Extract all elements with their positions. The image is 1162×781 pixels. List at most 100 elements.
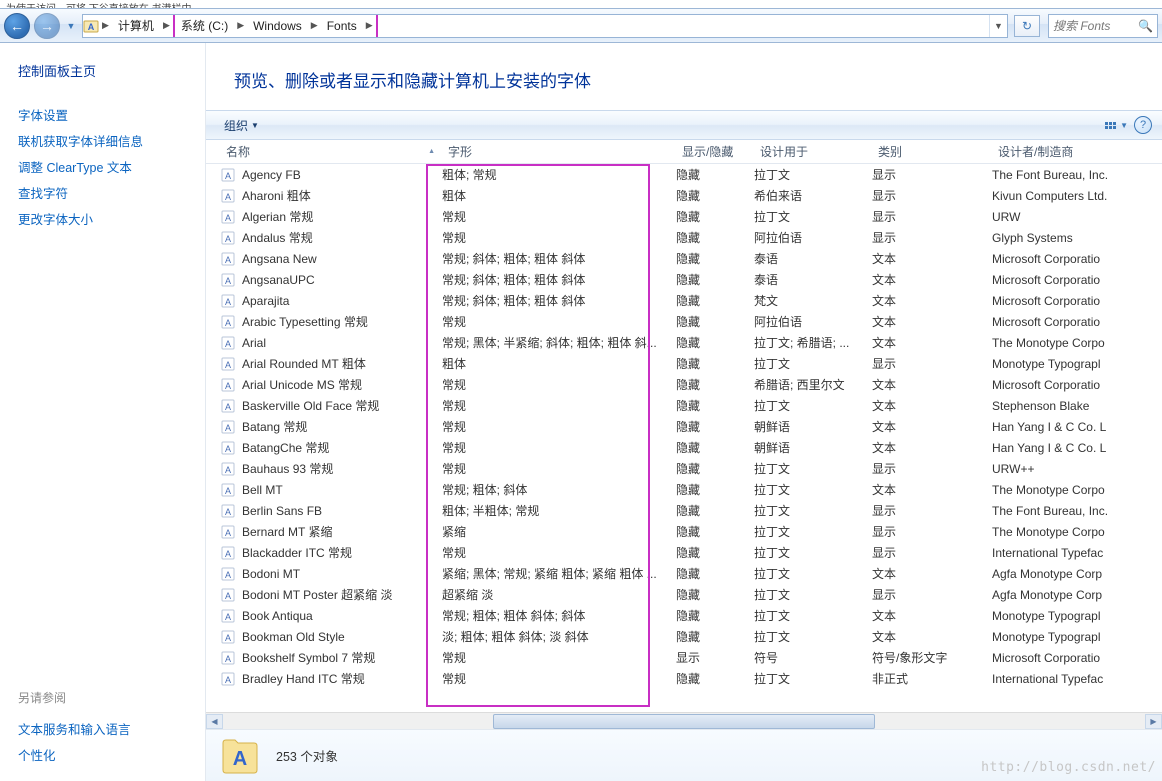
font-file-icon: A [220,441,236,455]
column-headers: 名称▲ 字形 显示/隐藏 设计用于 类别 设计者/制造商 [206,140,1162,164]
font-list-area: 名称▲ 字形 显示/隐藏 设计用于 类别 设计者/制造商 AAgency FB粗… [206,140,1162,729]
breadcrumb-drive-c[interactable]: 系统 (C:) [175,15,234,37]
history-dropdown-icon[interactable]: ▼ [64,16,78,36]
cell-showhide: 隐藏 [676,607,754,624]
cell-name: Berlin Sans FB [242,504,442,518]
font-row[interactable]: AAngsanaUPC常规; 斜体; 粗体; 粗体 斜体隐藏泰语文本Micros… [220,269,1162,290]
fonts-folder-large-icon: A [220,736,260,776]
font-file-icon: A [220,588,236,602]
sidebar-link[interactable]: 调整 ClearType 文本 [18,157,195,176]
breadcrumb-arrow-icon[interactable]: ▶ [160,20,173,31]
font-row[interactable]: ABauhaus 93 常规常规隐藏拉丁文显示URW++ [220,458,1162,479]
font-row[interactable]: ABaskerville Old Face 常规常规隐藏拉丁文文本Stephen… [220,395,1162,416]
view-options-button[interactable]: ▼ [1105,121,1128,130]
refresh-button[interactable]: ↻ [1014,15,1040,37]
back-button[interactable]: ← [4,13,30,39]
svg-text:A: A [225,276,231,286]
see-also-label: 另请参阅 [18,689,195,706]
font-row[interactable]: ABerlin Sans FB粗体; 半粗体; 常规隐藏拉丁文显示The Fon… [220,500,1162,521]
font-row[interactable]: AArabic Typesetting 常规常规隐藏阿拉伯语文本Microsof… [220,311,1162,332]
cell-style: 常规; 粗体; 斜体 [442,481,676,498]
cropped-text: 为使于访问，可将 下谷直接放在 书港栏中。 [0,0,1162,8]
font-row[interactable]: AAparajita常规; 斜体; 粗体; 粗体 斜体隐藏梵文文本Microso… [220,290,1162,311]
font-row[interactable]: ABlackadder ITC 常规常规隐藏拉丁文显示International… [220,542,1162,563]
font-row[interactable]: ABatangChe 常规常规隐藏朝鲜语文本Han Yang I & C Co.… [220,437,1162,458]
font-row[interactable]: ABookman Old Style淡; 粗体; 粗体 斜体; 淡 斜体隐藏拉丁… [220,626,1162,647]
breadcrumb-arrow-icon[interactable]: ▶ [308,20,321,31]
cell-category: 显示 [872,523,992,540]
font-rows-container[interactable]: AAgency FB粗体; 常规隐藏拉丁文显示The Font Bureau, … [206,164,1162,712]
cell-category: 文本 [872,292,992,309]
organize-button[interactable]: 组织▼ [216,114,267,137]
column-header-maker[interactable]: 设计者/制造商 [992,140,1162,163]
font-row[interactable]: AAngsana New常规; 斜体; 粗体; 粗体 斜体隐藏泰语文本Micro… [220,248,1162,269]
scroll-thumb[interactable] [493,714,875,729]
see-also-link[interactable]: 个性化 [18,745,195,764]
cell-category: 文本 [872,418,992,435]
control-panel-home-link[interactable]: 控制面板主页 [18,61,195,80]
svg-text:A: A [225,528,231,538]
font-row[interactable]: ABookshelf Symbol 7 常规常规显示符号符号/象形文字Micro… [220,647,1162,668]
cell-showhide: 隐藏 [676,376,754,393]
font-row[interactable]: AArial Unicode MS 常规常规隐藏希腊语; 西里尔文文本Micro… [220,374,1162,395]
font-row[interactable]: ABradley Hand ITC 常规常规隐藏拉丁文非正式Internatio… [220,668,1162,689]
cell-designed-for: 希腊语; 西里尔文 [754,376,872,393]
font-row[interactable]: AAgency FB粗体; 常规隐藏拉丁文显示The Font Bureau, … [220,164,1162,185]
column-header-designed-for[interactable]: 设计用于 [754,140,872,163]
breadcrumb-arrow-icon[interactable]: ▶ [99,20,112,31]
cell-style: 粗体; 半粗体; 常规 [442,502,676,519]
see-also-link[interactable]: 文本服务和输入语言 [18,719,195,738]
breadcrumb-fonts[interactable]: Fonts [321,15,363,37]
cell-name: Arial [242,336,442,350]
font-row[interactable]: AAharoni 粗体粗体隐藏希伯来语显示Kivun Computers Ltd… [220,185,1162,206]
breadcrumb-arrow-icon[interactable]: ▶ [234,20,247,31]
font-row[interactable]: ABodoni MT紧缩; 黑体; 常规; 紧缩 粗体; 紧缩 粗体 ...隐藏… [220,563,1162,584]
address-dropdown-icon[interactable]: ▼ [989,15,1007,37]
cell-style: 常规 [442,649,676,666]
search-input[interactable]: 搜索 Fonts 🔍 [1048,14,1158,38]
font-row[interactable]: ABook Antiqua常规; 粗体; 粗体 斜体; 斜体隐藏拉丁文文本Mon… [220,605,1162,626]
sidebar-link[interactable]: 更改字体大小 [18,209,195,228]
font-file-icon: A [220,168,236,182]
cell-showhide: 隐藏 [676,586,754,603]
sidebar-link[interactable]: 联机获取字体详细信息 [18,131,195,150]
breadcrumb-highlighted: 系统 (C:) ▶ Windows ▶ Fonts ▶ [173,14,378,38]
forward-button[interactable]: → [34,13,60,39]
cell-category: 文本 [872,397,992,414]
cell-showhide: 隐藏 [676,355,754,372]
font-row[interactable]: ABodoni MT Poster 超紧缩 淡超紧缩 淡隐藏拉丁文显示Agfa … [220,584,1162,605]
font-row[interactable]: ABatang 常规常规隐藏朝鲜语文本Han Yang I & C Co. L [220,416,1162,437]
cell-style: 淡; 粗体; 粗体 斜体; 淡 斜体 [442,628,676,645]
sidebar-link[interactable]: 查找字符 [18,183,195,202]
font-row[interactable]: AArial Rounded MT 粗体粗体隐藏拉丁文显示Monotype Ty… [220,353,1162,374]
cell-showhide: 隐藏 [676,523,754,540]
font-row[interactable]: AAndalus 常规常规隐藏阿拉伯语显示Glyph Systems [220,227,1162,248]
cell-style: 常规 [442,439,676,456]
font-row[interactable]: AArial常规; 黑体; 半紧缩; 斜体; 粗体; 粗体 斜...隐藏拉丁文;… [220,332,1162,353]
cell-designed-for: 拉丁文 [754,355,872,372]
cell-category: 文本 [872,481,992,498]
scroll-right-button[interactable]: ▶ [1145,714,1162,729]
breadcrumb-arrow-icon[interactable]: ▶ [363,20,376,31]
horizontal-scrollbar[interactable]: ◀ ▶ [206,712,1162,729]
help-button[interactable]: ? [1134,116,1152,134]
svg-text:A: A [225,381,231,391]
sidebar-link[interactable]: 字体设置 [18,105,195,124]
font-row[interactable]: AAlgerian 常规常规隐藏拉丁文显示URW [220,206,1162,227]
font-row[interactable]: ABell MT常规; 粗体; 斜体隐藏拉丁文文本The Monotype Co… [220,479,1162,500]
column-header-category[interactable]: 类别 [872,140,992,163]
toolbar: 组织▼ ▼ ? [206,110,1162,140]
breadcrumb-computer[interactable]: 计算机 [112,15,160,37]
scroll-left-button[interactable]: ◀ [206,714,223,729]
breadcrumb-windows[interactable]: Windows [247,15,308,37]
column-header-name[interactable]: 名称▲ [220,140,442,163]
svg-text:A: A [225,633,231,643]
column-header-style[interactable]: 字形 [442,140,676,163]
cell-name: Bradley Hand ITC 常规 [242,670,442,687]
column-header-showhide[interactable]: 显示/隐藏 [676,140,754,163]
font-row[interactable]: ABernard MT 紧缩紧缩隐藏拉丁文显示The Monotype Corp… [220,521,1162,542]
address-bar[interactable]: A ▶ 计算机 ▶ 系统 (C:) ▶ Windows ▶ Fonts ▶ ▼ [82,14,1008,38]
cell-style: 超紧缩 淡 [442,586,676,603]
cell-designed-for: 拉丁文 [754,208,872,225]
cell-showhide: 隐藏 [676,187,754,204]
